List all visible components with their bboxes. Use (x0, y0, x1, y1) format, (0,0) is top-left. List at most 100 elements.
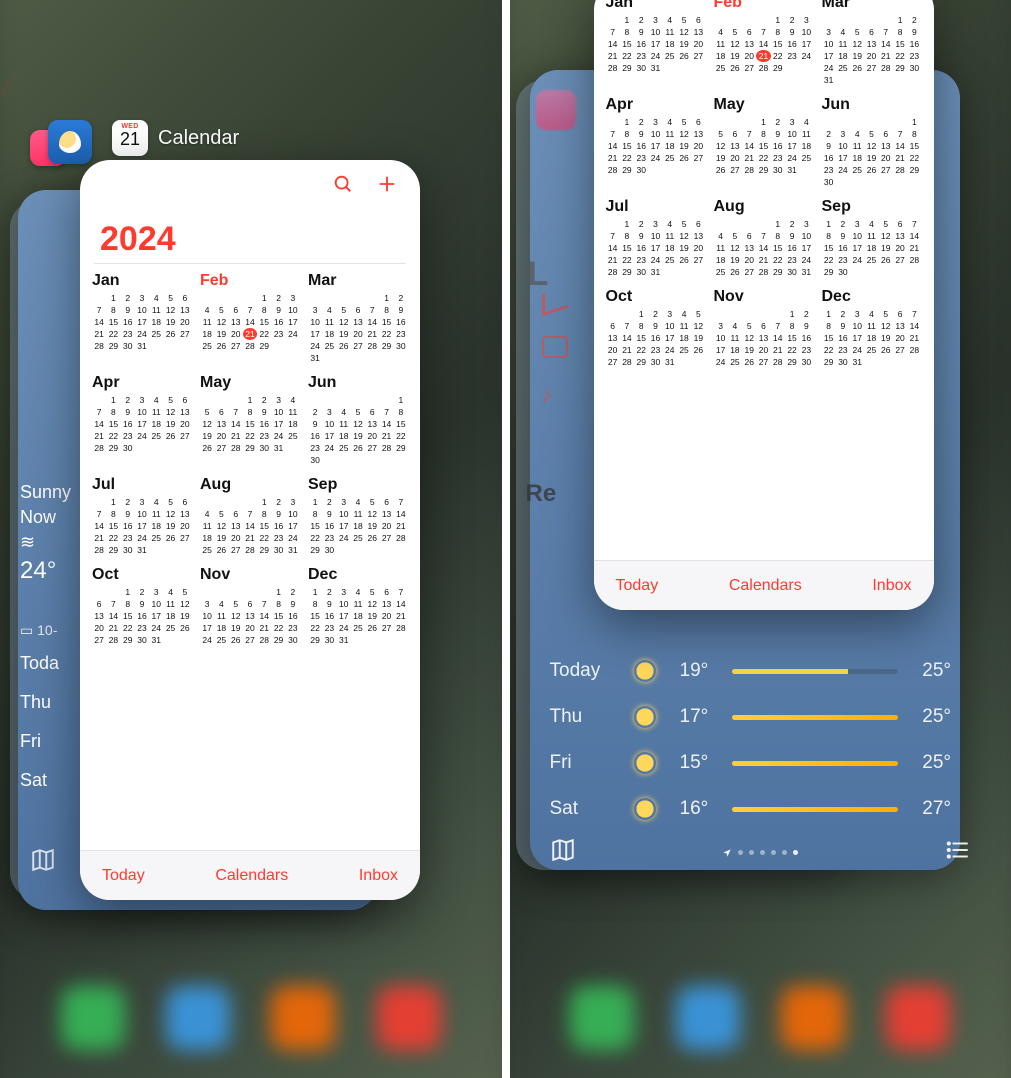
tab-inbox[interactable]: Inbox (359, 867, 398, 885)
map-icon[interactable] (30, 847, 56, 878)
month-label: Sep (822, 198, 922, 216)
month-label: Sep (308, 476, 408, 494)
year-months-grid[interactable]: Jan 123456789101112131415161718192021222… (594, 0, 934, 376)
month-days-grid: 1234567891011121314151617181920212223242… (308, 394, 408, 466)
month-jan[interactable]: Jan 123456789101112131415161718192021222… (606, 0, 706, 86)
month-oct[interactable]: Oct 123456789101112131415161718192021222… (606, 288, 706, 368)
month-days-grid: 1234567891011121314151617181920212223242… (200, 394, 300, 454)
month-apr[interactable]: Apr 123456789101112131415161718192021222… (92, 374, 192, 466)
month-mar[interactable]: Mar 123456789101112131415161718192021222… (822, 0, 922, 86)
month-jul[interactable]: Jul 123456789101112131415161718192021222… (92, 476, 192, 556)
month-label: Jan (92, 272, 192, 290)
sun-icon (634, 660, 656, 682)
month-days-grid: 1234567891011121314151617181920212223242… (200, 586, 300, 646)
month-days-grid: 1234567891011121314151617181920212223242… (606, 308, 706, 368)
month-jun[interactable]: Jun 123456789101112131415161718192021222… (822, 96, 922, 188)
plus-icon[interactable] (376, 173, 398, 200)
month-nov[interactable]: Nov 123456789101112131415161718192021222… (200, 566, 300, 646)
weather-condition: Sunny (20, 482, 71, 503)
month-label: Mar (308, 272, 408, 290)
dock (0, 958, 502, 1078)
year-header[interactable]: 2024 (80, 212, 420, 263)
month-dec[interactable]: Dec 1234567891011121314151617181920212223… (308, 566, 408, 646)
tab-calendars[interactable]: Calendars (215, 867, 288, 885)
sidebar-icons-ghost: ♪ (542, 290, 568, 404)
weather-peek: Sunny Now ≋ 24° (20, 478, 71, 589)
month-days-grid: 1234567891011121314151617181920212223242… (92, 586, 192, 646)
tab-calendars[interactable]: Calendars (729, 577, 802, 595)
forecast-row: Fri 15°25° (550, 752, 952, 774)
partial-letter: L (528, 255, 549, 294)
month-label: Nov (200, 566, 300, 584)
month-days-grid: 1234567891011121314151617181920212223242… (92, 292, 192, 352)
weather-row-label: Toda (20, 653, 59, 674)
tab-inbox[interactable]: Inbox (872, 577, 911, 595)
calendar-app-card[interactable]: 2024 Jan 1234567891011121314151617181920… (80, 160, 420, 900)
month-days-grid: 1234567891011121314151617181920212223242… (92, 394, 192, 454)
month-days-grid: 1234567891011121314151617181920212223242… (200, 292, 300, 352)
forecast-row: Today 19°25° (550, 660, 952, 682)
month-days-grid: 1234567891011121314151617181920212223242… (714, 218, 814, 278)
month-label: Jan (606, 0, 706, 12)
music-app-icon[interactable] (536, 90, 576, 130)
month-dec[interactable]: Dec1234567891011121314151617181920212223… (822, 288, 922, 368)
calendar-app-card[interactable]: Jan 123456789101112131415161718192021222… (594, 0, 934, 610)
month-oct[interactable]: Oct 123456789101112131415161718192021222… (92, 566, 192, 646)
sun-icon (634, 798, 656, 820)
year-months-grid[interactable]: Jan 123456789101112131415161718192021222… (80, 270, 420, 654)
month-feb[interactable]: Feb 123456789101112131415161718192021222… (200, 272, 300, 364)
month-feb[interactable]: Feb 123456789101112131415161718192021222… (714, 0, 814, 86)
partial-text: Re (526, 480, 557, 508)
month-days-grid: 1234567891011121314151617181920212223242… (92, 496, 192, 556)
month-mar[interactable]: Mar 123456789101112131415161718192021222… (308, 272, 408, 364)
weather-app-icon[interactable] (48, 120, 92, 164)
month-days-grid: 1234567891011121314151617181920212223242… (822, 218, 922, 278)
weather-row-label: Sat (20, 770, 59, 791)
month-days-grid: 1234567891011121314151617181920212223242… (714, 308, 814, 368)
month-days-grid: 1234567891011121314151617181920212223242… (822, 308, 922, 368)
month-label: Feb (714, 0, 814, 12)
month-sep[interactable]: Sep 1234567891011121314151617181920212223… (822, 198, 922, 278)
month-apr[interactable]: Apr 123456789101112131415161718192021222… (606, 96, 706, 188)
map-icon[interactable] (550, 837, 576, 868)
month-may[interactable]: May 123456789101112131415161718192021222… (714, 96, 814, 188)
month-label: Feb (200, 272, 300, 290)
month-label: Aug (714, 198, 814, 216)
month-label: Aug (200, 476, 300, 494)
month-may[interactable]: May 123456789101112131415161718192021222… (200, 374, 300, 466)
weather-peek-2: ▭ 10- Toda Thu Fri Sat (20, 618, 59, 795)
weather-row-label: Thu (20, 692, 59, 713)
month-label: May (714, 96, 814, 114)
month-aug[interactable]: Aug 123456789101112131415161718192021222… (200, 476, 300, 556)
month-jan[interactable]: Jan 123456789101112131415161718192021222… (92, 272, 192, 364)
tab-today[interactable]: Today (102, 867, 145, 885)
month-days-grid: 1234567891011121314151617181920212223242… (308, 586, 408, 646)
calendar-app-icon[interactable]: WED 21 (112, 120, 148, 156)
month-jun[interactable]: Jun 123456789101112131415161718192021222… (308, 374, 408, 466)
calendar-tabbar: Today Calendars Inbox (594, 560, 934, 610)
month-days-grid: 1234567891011121314151617181920212223242… (714, 116, 814, 176)
search-icon[interactable] (332, 173, 354, 200)
month-label: Apr (606, 96, 706, 114)
sun-icon (634, 752, 656, 774)
month-jul[interactable]: Jul 123456789101112131415161718192021222… (606, 198, 706, 278)
month-nov[interactable]: Nov 123456789101112131415161718192021222… (714, 288, 814, 368)
month-label: Jul (92, 476, 192, 494)
list-icon[interactable] (945, 837, 971, 868)
month-days-grid: 1234567891011121314151617181920212223242… (308, 292, 408, 364)
month-label: Oct (606, 288, 706, 306)
month-aug[interactable]: Aug 123456789101112131415161718192021222… (714, 198, 814, 278)
sun-icon (634, 706, 656, 728)
dock (510, 958, 1011, 1078)
tab-today[interactable]: Today (616, 577, 659, 595)
month-label: Jun (822, 96, 922, 114)
month-sep[interactable]: Sep 1234567891011121314151617181920212223… (308, 476, 408, 556)
month-label: Dec (308, 566, 408, 584)
weather-temp: 24° (20, 557, 71, 585)
page-indicator[interactable] (722, 848, 798, 858)
month-days-grid: 1234567891011121314151617181920212223242… (308, 496, 408, 556)
month-label: Nov (714, 288, 814, 306)
month-days-grid: 1234567891011121314151617181920212223242… (714, 14, 814, 74)
month-label: Oct (92, 566, 192, 584)
month-days-grid: 1234567891011121314151617181920212223242… (822, 14, 922, 86)
